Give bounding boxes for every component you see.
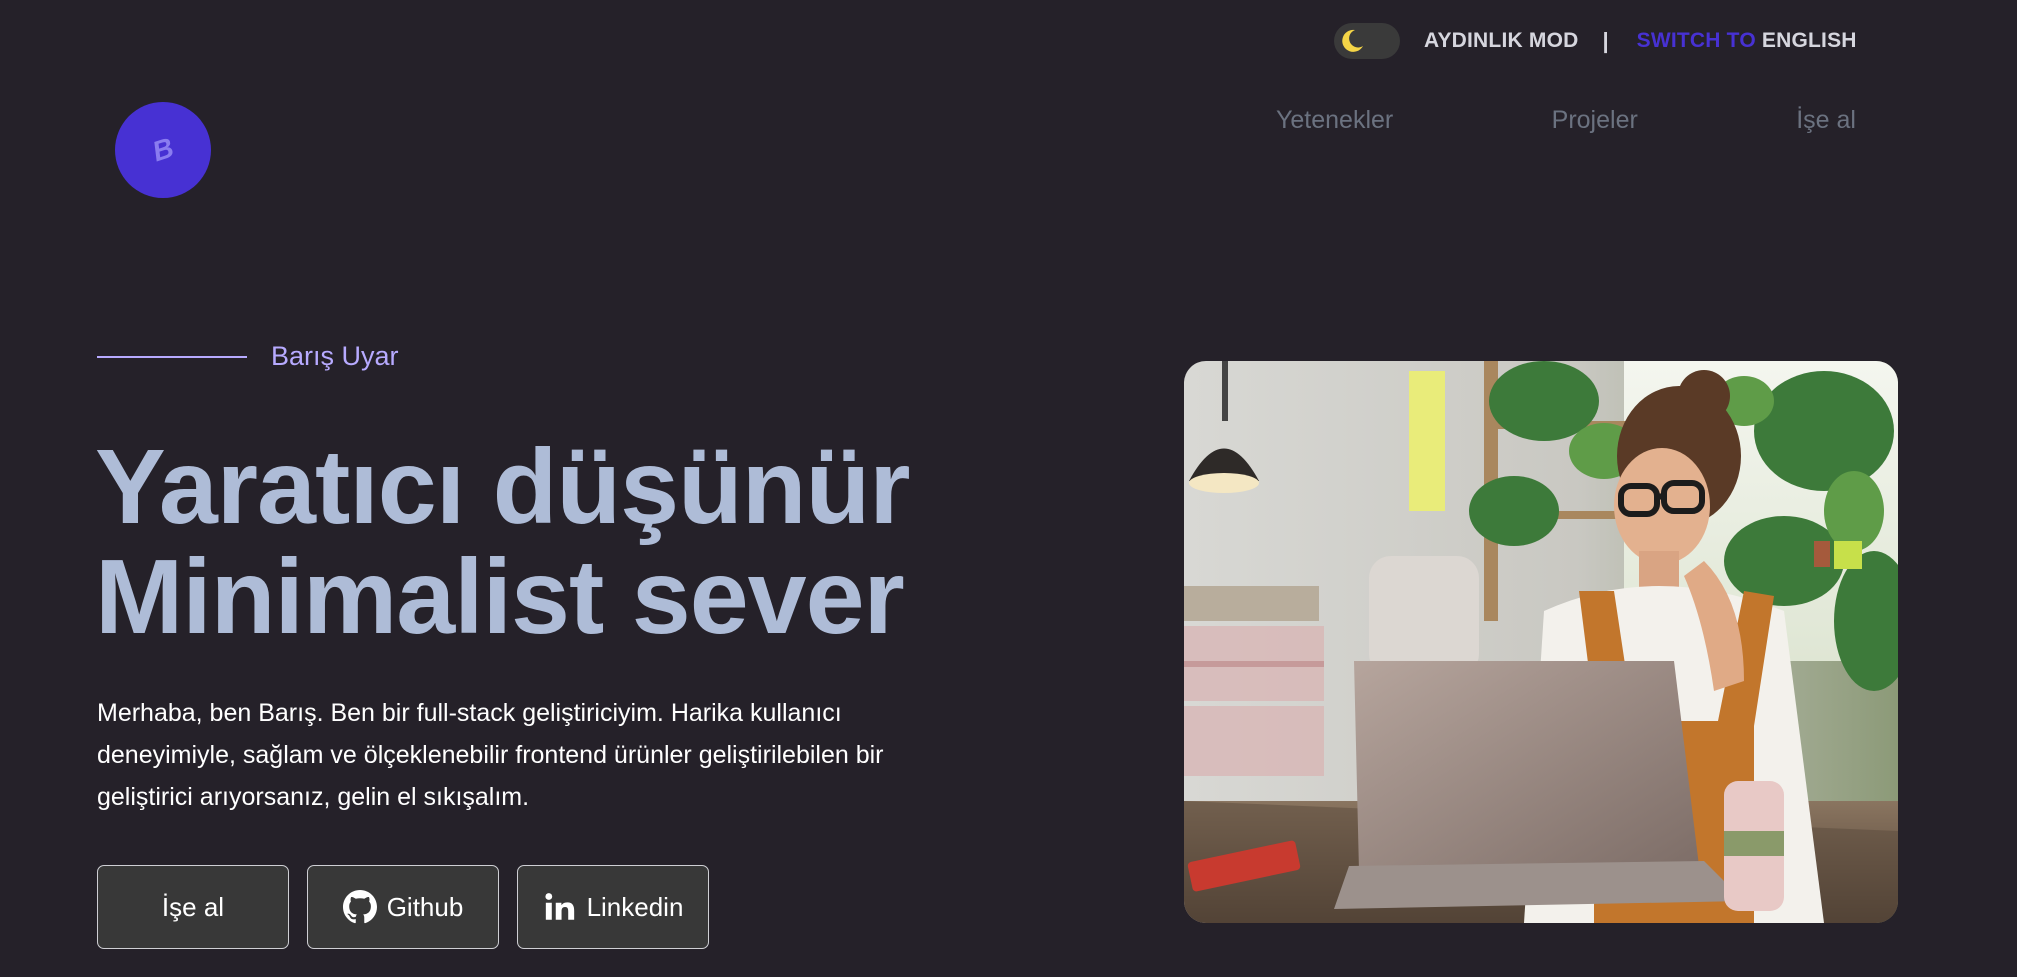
- theme-toggle[interactable]: [1334, 23, 1400, 59]
- linkedin-icon: [543, 890, 577, 924]
- headline-line-1: Yaratıcı düşünür: [95, 428, 911, 546]
- github-button-label: Github: [386, 891, 464, 922]
- language-switch-prefix: SWITCH TO: [1636, 29, 1756, 52]
- language-switch[interactable]: SWITCH TO ENGLISH: [1637, 29, 1857, 53]
- headline-line-2: Minimalist sever: [95, 538, 905, 656]
- hero-photo-illustration: [1184, 361, 1898, 923]
- theme-mode-label[interactable]: AYDINLIK MOD: [1424, 29, 1578, 53]
- author-name: Barış Uyar: [271, 341, 399, 371]
- hero-headline: Yaratıcı düşünür Minimalist sever: [95, 432, 911, 652]
- nav-link-skills[interactable]: Yetenekler: [1276, 106, 1393, 135]
- moon-icon: [1336, 25, 1368, 57]
- nav-link-projects[interactable]: Projeler: [1552, 106, 1638, 135]
- hire-button-label: İşe al: [161, 891, 225, 922]
- main-nav: Yetenekler Projeler İşe al: [1276, 106, 1856, 135]
- logo-letter: B: [148, 131, 178, 168]
- eyebrow-line: [97, 355, 247, 358]
- topbar-divider: |: [1602, 28, 1609, 53]
- github-button[interactable]: Github: [307, 865, 499, 949]
- hero-intro-text: Merhaba, ben Barış. Ben bir full-stack g…: [97, 699, 884, 811]
- hero-eyebrow: Barış Uyar: [97, 341, 399, 372]
- woman-with-laptop-photo: [1184, 361, 1898, 923]
- hero-cta-row: İşe al Github Linkedin: [97, 865, 709, 949]
- site-logo[interactable]: B: [115, 102, 211, 198]
- linkedin-button[interactable]: Linkedin: [517, 865, 709, 949]
- github-icon: [342, 890, 377, 924]
- portfolio-page: AYDINLIK MOD | SWITCH TO ENGLISH B Yeten…: [0, 0, 2017, 977]
- top-bar: AYDINLIK MOD | SWITCH TO ENGLISH: [1334, 22, 1857, 60]
- nav-link-hire[interactable]: İşe al: [1796, 106, 1856, 135]
- hire-button[interactable]: İşe al: [97, 865, 289, 949]
- linkedin-button-label: Linkedin: [586, 891, 684, 922]
- language-switch-name: ENGLISH: [1761, 29, 1857, 52]
